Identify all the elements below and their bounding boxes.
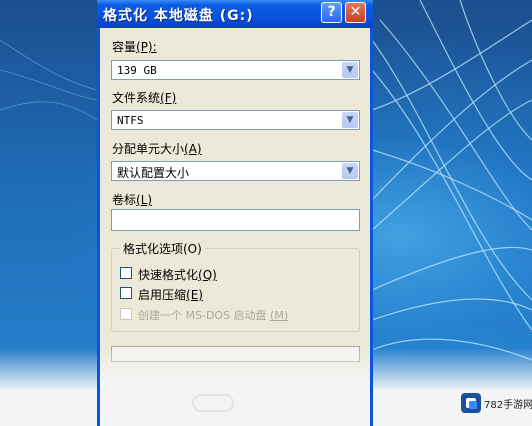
quick-format-checkbox[interactable] bbox=[120, 267, 132, 279]
chevron-down-icon[interactable]: ▼ bbox=[342, 163, 358, 179]
filesystem-select[interactable]: NTFS ▼ bbox=[111, 110, 360, 130]
quick-format-label: 快速格式化(Q) bbox=[138, 268, 217, 282]
help-button[interactable]: ? bbox=[321, 2, 342, 23]
volume-label-label: 卷标(L) bbox=[112, 193, 153, 207]
dialog-bottom-fade bbox=[100, 346, 370, 426]
ms-dos-startup-checkbox bbox=[120, 308, 132, 320]
close-button[interactable]: ✕ bbox=[345, 2, 366, 23]
chevron-down-icon[interactable]: ▼ bbox=[342, 62, 358, 78]
title-bar: 格式化 本地磁盘 (G:) ? ✕ bbox=[97, 0, 373, 28]
format-dialog: 格式化 本地磁盘 (G:) ? ✕ 容量(P): 139 GB ▼ 文件系统(F… bbox=[97, 0, 373, 426]
filesystem-label: 文件系统(F) bbox=[112, 91, 177, 105]
filesystem-value: NTFS bbox=[117, 114, 144, 127]
watermark: 782手游网 bbox=[461, 392, 532, 414]
watermark-text: 782手游网 bbox=[484, 400, 532, 411]
capacity-value: 139 GB bbox=[117, 64, 157, 77]
allocation-label: 分配单元大小(A) bbox=[112, 142, 202, 156]
format-options-title: 格式化选项(O) bbox=[120, 240, 205, 257]
window-title: 格式化 本地磁盘 (G:) bbox=[103, 8, 254, 24]
site-logo-icon bbox=[461, 393, 481, 413]
capacity-select[interactable]: 139 GB ▼ bbox=[111, 60, 360, 80]
allocation-select[interactable]: 默认配置大小 ▼ bbox=[111, 161, 360, 181]
faded-button bbox=[192, 394, 234, 412]
allocation-value: 默认配置大小 bbox=[117, 166, 190, 180]
enable-compression-checkbox[interactable] bbox=[120, 287, 132, 299]
ms-dos-startup-label: 创建一个 MS-DOS 启动盘 (M) bbox=[138, 309, 289, 322]
capacity-label: 容量(P): bbox=[112, 40, 157, 54]
enable-compression-label: 启用压缩(E) bbox=[138, 288, 203, 302]
chevron-down-icon[interactable]: ▼ bbox=[342, 112, 358, 128]
volume-label-input[interactable] bbox=[111, 209, 360, 231]
